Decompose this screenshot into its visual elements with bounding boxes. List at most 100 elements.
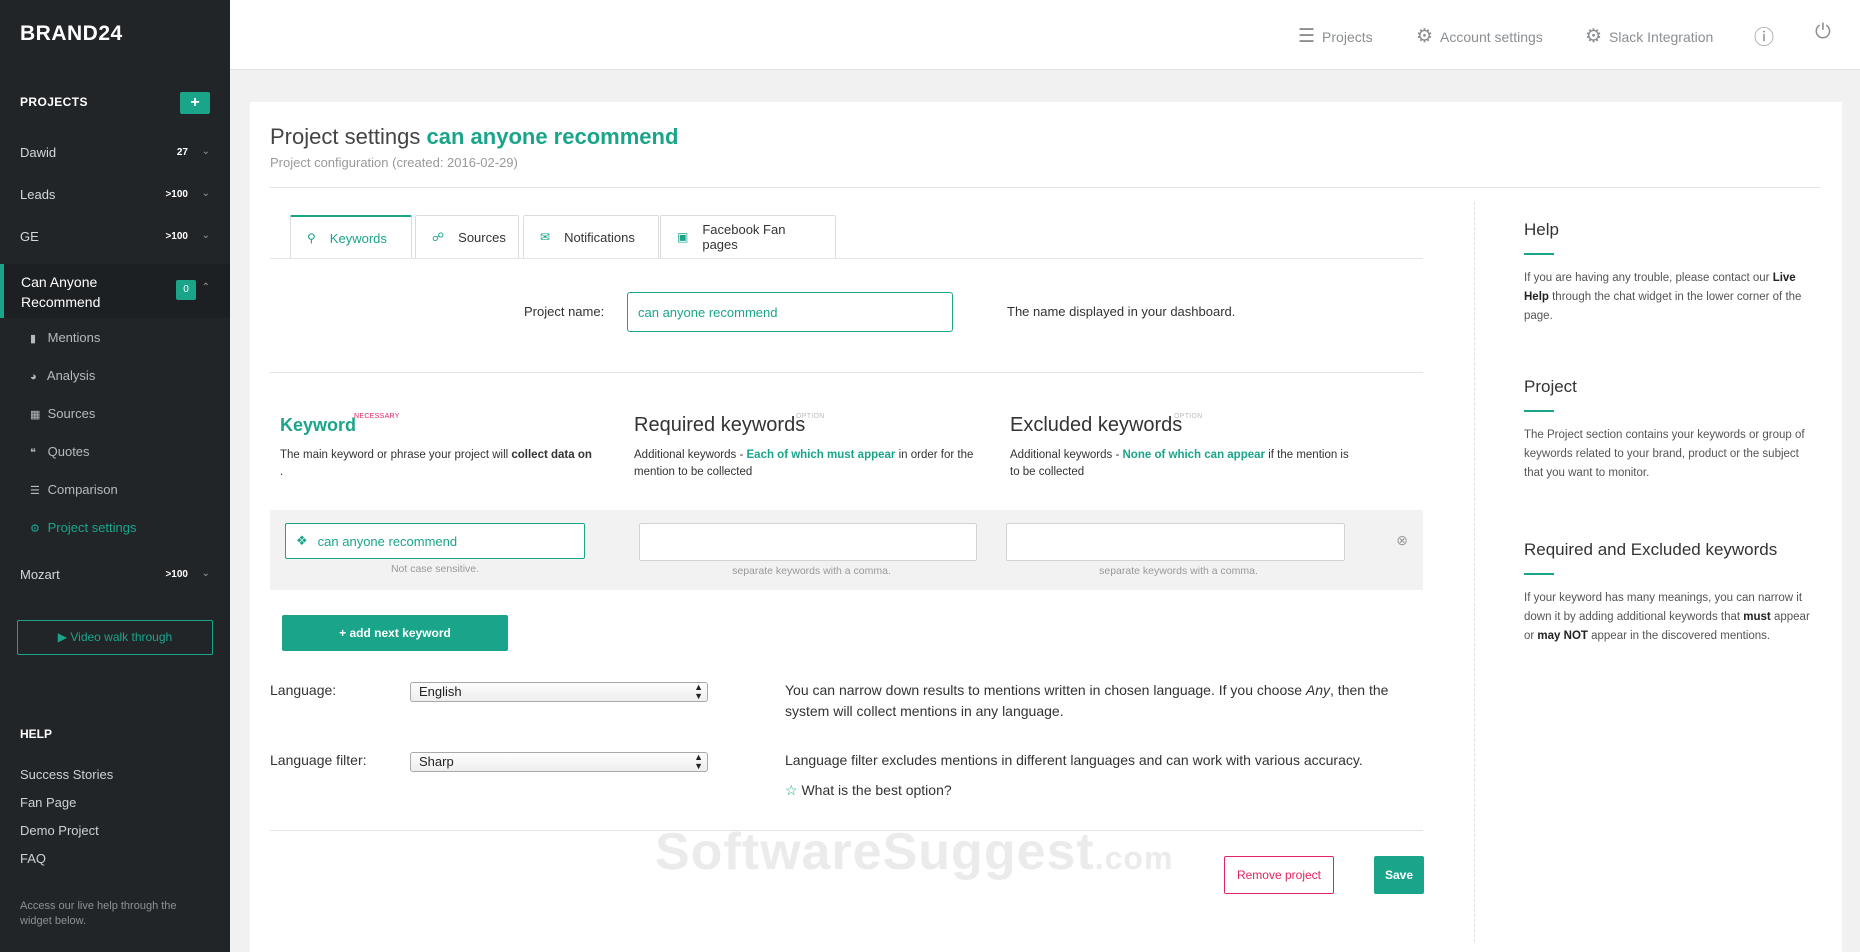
sidebar-item-label: Analysis — [46, 368, 96, 383]
project-help-text: The Project section contains your keywor… — [1524, 429, 1805, 479]
tab-label: Notifications — [564, 229, 635, 245]
nav-account-settings[interactable]: ⚙ Account settings — [1416, 25, 1543, 48]
sidebar-item-quotes[interactable]: ❝ Quotes — [30, 444, 90, 459]
page-title: Project settings can anyone recommend — [270, 124, 678, 150]
add-project-button[interactable]: + — [180, 92, 210, 114]
separate-keywords-note: separate keywords with a comma. — [732, 565, 891, 577]
tab-label: Keywords — [329, 230, 387, 246]
menu-icon: ☰ — [1298, 26, 1316, 47]
required-desc-green: Each of which must appear — [746, 449, 896, 461]
sidebar-item-sources[interactable]: ▦ Sources — [30, 406, 95, 421]
nav-slack-integration[interactable]: ⚙ Slack Integration — [1585, 25, 1713, 48]
sidebar-project-leads[interactable]: Leads >100 ⌄ — [0, 175, 230, 217]
project-help-title: Project — [1524, 377, 1577, 396]
nav-projects[interactable]: ☰ Projects — [1298, 25, 1373, 48]
req-excl-help-title: Required and Excluded keywords — [1524, 540, 1778, 559]
language-filter-select-value: Sharp — [419, 754, 454, 769]
divider — [270, 187, 1820, 188]
help-link-faq[interactable]: FAQ — [20, 851, 46, 866]
project-help-section: Project The Project section contains you… — [1524, 377, 1814, 483]
req-text-maynot: may NOT — [1537, 630, 1588, 642]
excluded-keywords-input[interactable] — [1006, 523, 1345, 561]
required-keywords-title: Required keywords — [634, 414, 806, 436]
chevron-down-icon[interactable]: ⌄ — [202, 568, 210, 579]
watermark-suffix: .com — [1094, 840, 1174, 876]
help-text: If you are having any trouble, please co… — [1524, 269, 1814, 326]
help-link-demo-project[interactable]: Demo Project — [20, 823, 99, 838]
sidebar-item-project-settings[interactable]: ⚙ Project settings — [30, 520, 137, 535]
excluded-desc-text: Additional keywords - — [1010, 449, 1123, 461]
project-count: >100 — [165, 231, 188, 242]
remove-keyword-icon[interactable]: ⊗ — [1396, 532, 1408, 549]
sidebar-item-label: Comparison — [47, 482, 118, 497]
tab-keywords[interactable]: ⚲ Keywords — [290, 215, 412, 259]
sidebar-item-label: Quotes — [47, 444, 90, 459]
sidebar-item-label: Project settings — [47, 520, 137, 535]
nav-account-settings-label: Account settings — [1440, 28, 1543, 45]
star-icon: ☆ — [785, 782, 798, 798]
separate-keywords-note: separate keywords with a comma. — [1099, 565, 1258, 577]
required-keywords-input[interactable] — [639, 523, 977, 561]
sidebar-item-label: Mentions — [47, 330, 101, 345]
divider — [270, 372, 1423, 373]
sidebar-item-comparison[interactable]: ☰ Comparison — [30, 482, 118, 497]
language-filter-label: Language filter: — [270, 752, 367, 768]
language-desc-any: Any — [1305, 682, 1331, 698]
video-walkthrough-label: Video walk through — [70, 630, 173, 644]
bar-chart-icon: ▮ — [30, 333, 37, 345]
video-walkthrough-button[interactable]: ▶ Video walk through — [17, 620, 213, 655]
sidebar-item-mentions[interactable]: ▮ Mentions — [30, 330, 100, 345]
help-link-fan-page[interactable]: Fan Page — [20, 795, 76, 810]
project-count: >100 — [165, 189, 188, 200]
language-select[interactable]: English ▲ ▼ — [410, 682, 708, 702]
help-section: Help If you are having any trouble, plea… — [1524, 220, 1814, 326]
sidebar-item-analysis[interactable]: ◕ Analysis — [30, 368, 95, 383]
sidebar-item-label: Sources — [47, 406, 96, 421]
req-excl-help-section: Required and Excluded keywords If your k… — [1524, 540, 1814, 646]
tabs-divider — [270, 258, 1423, 259]
sidebar-project-ge[interactable]: GE >100 ⌄ — [0, 217, 230, 259]
accent-rule — [1524, 573, 1554, 575]
required-desc-text: Additional keywords - — [634, 449, 747, 461]
pie-chart-icon: ◕ — [30, 371, 37, 383]
project-count: >100 — [165, 569, 188, 580]
best-option-link[interactable]: ☆ What is the best option? — [785, 780, 1425, 801]
briefcase-icon: ▦ — [30, 409, 41, 421]
best-option-label: What is the best option? — [801, 782, 952, 798]
save-button[interactable]: Save — [1374, 856, 1424, 894]
sidebar-project-active[interactable]: Can Anyone Recommend 0 ⌃ — [0, 264, 230, 318]
help-icon[interactable]: ⓘ — [1754, 21, 1774, 50]
language-filter-select[interactable]: Sharp ▲ ▼ — [410, 752, 708, 772]
excluded-keywords-title: Excluded keywords — [1010, 414, 1183, 436]
necessary-tag: NECESSARY — [354, 413, 400, 420]
projects-heading: PROJECTS — [20, 95, 88, 109]
tab-facebook-fan-pages[interactable]: ▣ Facebook Fan pages — [660, 215, 836, 258]
tab-notifications[interactable]: ✉ Notifications — [523, 215, 659, 258]
help-text-2: through the chat widget in the lower cor… — [1524, 291, 1802, 322]
page-title-prefix: Project settings — [270, 124, 421, 149]
chevron-up-icon[interactable]: ⌃ — [202, 282, 210, 293]
help-text-1: If you are having any trouble, please co… — [1524, 272, 1773, 284]
chevron-down-icon[interactable]: ⌄ — [202, 188, 210, 199]
keyword-input[interactable]: ❖ can anyone recommend — [285, 523, 585, 559]
chevron-down-icon[interactable]: ⌄ — [202, 146, 210, 157]
brand-logo[interactable]: BRAND24 — [20, 22, 123, 46]
keyword-title: Keyword — [280, 415, 357, 435]
project-name: Leads — [20, 187, 56, 202]
project-name-input[interactable] — [627, 292, 953, 332]
help-heading: HELP — [20, 727, 53, 741]
sidebar-project-dawid[interactable]: Dawid 27 ⌄ — [0, 133, 230, 175]
tab-sources[interactable]: ☍ Sources — [415, 215, 519, 258]
top-bar: ☰ Projects ⚙ Account settings ⚙ Slack In… — [230, 0, 1860, 70]
power-icon[interactable]: ⏻ — [1815, 21, 1831, 44]
not-case-sensitive-note: Not case sensitive. — [390, 563, 480, 575]
add-next-keyword-button[interactable]: + add next keyword — [282, 615, 508, 651]
excluded-desc-green: None of which can appear — [1122, 449, 1266, 461]
gears-icon: ⚙ — [30, 523, 40, 535]
sidebar-project-mozart[interactable]: Mozart >100 ⌄ — [0, 555, 230, 597]
remove-project-button[interactable]: Remove project — [1224, 856, 1334, 894]
chevron-down-icon[interactable]: ⌄ — [202, 230, 210, 241]
keyword-desc-text: The main keyword or phrase your project … — [280, 449, 512, 461]
help-link-success-stories[interactable]: Success Stories — [20, 767, 113, 782]
req-text-must: must — [1743, 611, 1771, 623]
